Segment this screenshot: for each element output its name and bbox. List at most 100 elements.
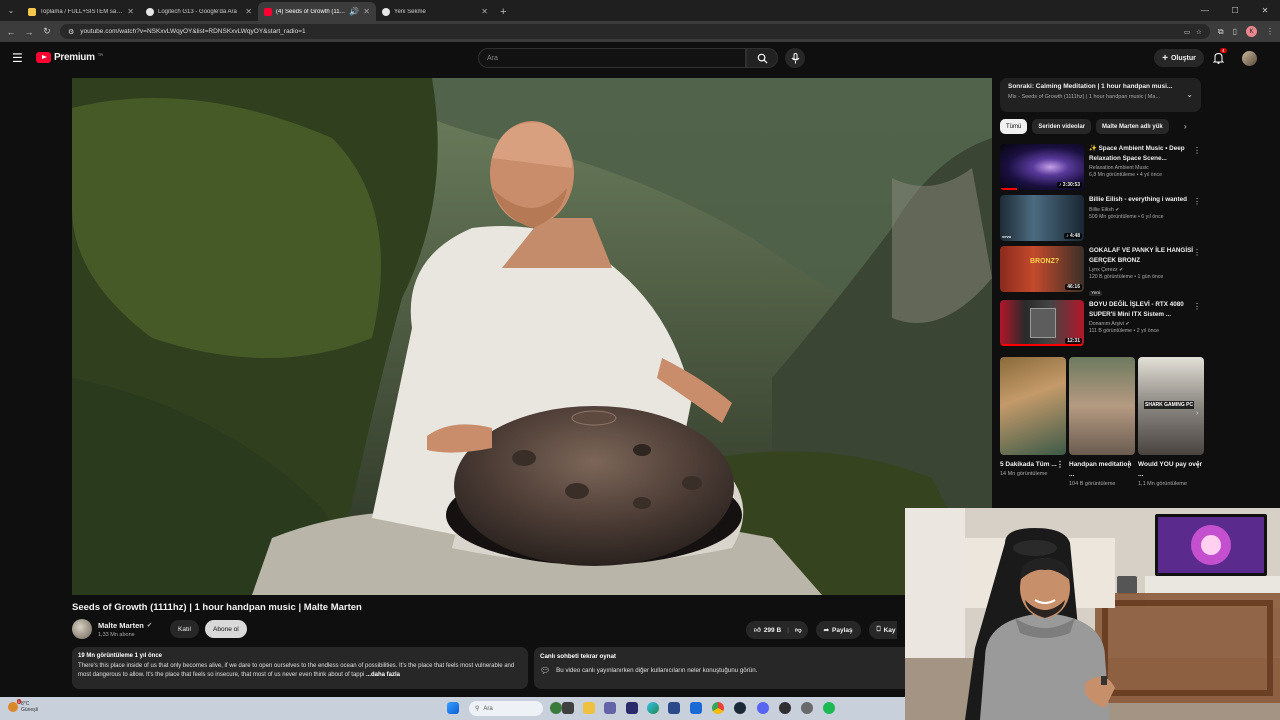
more-options-icon[interactable]: ⋮: [1056, 460, 1064, 470]
back-icon[interactable]: ←: [6, 27, 16, 37]
short-item[interactable]: 5 Dakikada Tüm ... ⋮ 14 Mn görüntüleme: [1000, 357, 1066, 488]
weather-widget[interactable]: 1 8°C Güneşli: [8, 699, 38, 713]
short-thumbnail[interactable]: [1000, 357, 1066, 455]
more-options-icon[interactable]: ⋮: [1194, 460, 1202, 470]
new-tab-button[interactable]: +: [494, 2, 512, 21]
short-item[interactable]: SHARK GAMING PC Would YOU pay over ... ⋮ …: [1138, 357, 1204, 488]
subscribe-button[interactable]: Abone ol: [205, 620, 247, 638]
tab-close-icon[interactable]: ✕: [363, 7, 370, 16]
description-box[interactable]: 19 Mn görüntüleme 1 yıl önce There's thi…: [72, 647, 528, 689]
video-thumbnail[interactable]: 12:31: [1000, 300, 1084, 346]
tab-audio-icon[interactable]: 🔊: [349, 7, 359, 16]
video-thumbnail[interactable]: BRONZ? 46:16: [1000, 246, 1084, 292]
browser-menu-icon[interactable]: ⋮: [1266, 27, 1274, 36]
edge-icon[interactable]: [647, 702, 659, 714]
recommendation-item[interactable]: vevo ♪ 4:48 Billie Eilish - everything i…: [1000, 195, 1205, 241]
thumbs-up-icon[interactable]: 👍︎: [754, 626, 761, 634]
search-input[interactable]: Ara: [478, 48, 746, 68]
thumbnail-text: BRONZ?: [1030, 258, 1060, 265]
browser-tab-active[interactable]: (4) Seeds of Growth (1111h... 🔊 ✕: [258, 2, 376, 21]
minimize-icon[interactable]: —: [1190, 0, 1220, 21]
menu-hamburger-icon[interactable]: ☰: [12, 51, 23, 65]
chip-all[interactable]: Tümü: [1000, 119, 1028, 134]
task-view-icon[interactable]: [562, 702, 574, 714]
bookmark-icon: ⎕: [876, 626, 881, 633]
steam-icon[interactable]: [734, 702, 746, 714]
browser-profile-avatar[interactable]: K: [1246, 26, 1257, 37]
browser-tab[interactable]: Logitech G13 - Google'da Ara ✕: [140, 2, 258, 21]
chip-channel[interactable]: Malte Marten adlı yük: [1096, 119, 1169, 134]
discord-icon[interactable]: [757, 702, 769, 714]
file-explorer-icon[interactable]: [583, 702, 595, 714]
tab-close-icon[interactable]: ✕: [481, 7, 488, 16]
tab-search-icon[interactable]: ⌄: [0, 0, 22, 21]
save-button[interactable]: ⎕ Kay: [868, 621, 897, 639]
browser-tab[interactable]: Yeni Sekme ✕: [376, 2, 494, 21]
short-thumbnail[interactable]: [1069, 357, 1135, 455]
cast-icon[interactable]: ▭: [1184, 28, 1190, 36]
short-item[interactable]: Handpan meditation ... ⋮ 104 B görüntülem…: [1069, 357, 1135, 488]
short-thumbnail[interactable]: SHARK GAMING PC: [1138, 357, 1204, 455]
maximize-icon[interactable]: ☐: [1220, 0, 1250, 21]
taskbar-search[interactable]: ⚲ Ara: [469, 701, 543, 716]
reload-icon[interactable]: ↻: [42, 26, 52, 37]
search-button[interactable]: [746, 48, 778, 68]
extensions-icon[interactable]: ⧉: [1218, 27, 1224, 37]
recommendation-channel: Lynx Çerezz ✔: [1089, 267, 1124, 273]
recommendation-title: Billie Eilish - everything i wanted: [1089, 196, 1187, 203]
show-more-link[interactable]: ...daha fazla: [366, 672, 400, 678]
chevron-down-icon[interactable]: ⌄: [1186, 90, 1193, 99]
watch-progress-bar: [1000, 344, 1084, 346]
chevron-right-icon[interactable]: ›: [1196, 410, 1198, 417]
app-icon[interactable]: [823, 702, 835, 714]
short-title: 5 Dakikada Tüm ...: [1000, 461, 1057, 468]
share-button[interactable]: ➦ Paylaş: [815, 621, 861, 639]
video-thumbnail[interactable]: vevo ♪ 4:48: [1000, 195, 1084, 241]
teams-icon[interactable]: [604, 702, 616, 714]
media-player-icon[interactable]: [626, 702, 638, 714]
notifications-button[interactable]: 4: [1212, 48, 1227, 69]
recommendation-channel: Billie Eilish ✔: [1089, 206, 1120, 213]
recommendation-item[interactable]: ♪ 3:30:53 ✨ Space Ambient Music • Deep R…: [1000, 144, 1205, 190]
more-options-icon[interactable]: ⋮: [1125, 460, 1133, 470]
close-window-icon[interactable]: ✕: [1250, 0, 1280, 21]
tab-close-icon[interactable]: ✕: [127, 7, 134, 16]
channel-avatar[interactable]: [72, 619, 92, 639]
mail-icon[interactable]: [690, 702, 702, 714]
chip-series[interactable]: Seriden videolar: [1032, 119, 1092, 134]
more-options-icon[interactable]: ⋮: [1193, 248, 1201, 257]
more-options-icon[interactable]: ⋮: [1193, 302, 1201, 311]
calculator-icon[interactable]: [668, 702, 680, 714]
address-bar[interactable]: ⚙ youtube.com/watch?v=NSKxvLWqyOY&list=R…: [60, 24, 1210, 39]
sidebar-icon[interactable]: ▯: [1233, 27, 1237, 36]
settings-gear-icon[interactable]: [801, 702, 813, 714]
voice-search-button[interactable]: [785, 48, 805, 68]
forward-icon[interactable]: →: [24, 27, 34, 37]
join-button[interactable]: Katıl: [170, 620, 200, 638]
obs-icon[interactable]: [779, 702, 791, 714]
browser-tab[interactable]: Toplama / FULL+SİSTEM sahib... ✕: [22, 2, 140, 21]
recommendation-item[interactable]: 12:31 BOYU DEĞİL İŞLEVİ - RTX 4080 SUPER…: [1000, 300, 1205, 346]
more-options-icon[interactable]: ⋮: [1193, 197, 1201, 206]
recommendation-item[interactable]: BRONZ? 46:16 GOKALAF VE PANKY İLE HANGİS…: [1000, 246, 1205, 296]
create-button[interactable]: + Oluştur: [1154, 49, 1204, 67]
bookmark-star-icon[interactable]: ☆: [1196, 28, 1202, 36]
video-thumbnail[interactable]: ♪ 3:30:53: [1000, 144, 1084, 190]
tab-close-icon[interactable]: ✕: [245, 7, 252, 16]
channel-name[interactable]: Malte Marten: [98, 621, 144, 630]
windows-start-icon[interactable]: [447, 702, 459, 714]
chevron-right-icon[interactable]: ›: [1184, 122, 1187, 131]
site-info-icon[interactable]: ⚙: [68, 28, 74, 36]
youtube-premium-logo[interactable]: Premium TR: [36, 52, 103, 63]
like-count[interactable]: 299 B: [764, 627, 781, 634]
more-options-icon[interactable]: ⋮: [1193, 146, 1201, 155]
thumbs-down-icon[interactable]: 👎︎: [795, 626, 802, 634]
subscriber-count: 1,33 Mn abone: [98, 631, 135, 638]
chrome-icon[interactable]: [712, 702, 724, 714]
filter-chips: Tümü Seriden videolar Malte Marten adlı …: [1000, 119, 1200, 135]
youtube-header: ☰ Premium TR Ara + Oluştur 4: [0, 42, 1280, 74]
playlist-up-next[interactable]: Sonraki: Calming Meditation | 1 hour han…: [1000, 78, 1201, 112]
widget-app-icon[interactable]: [550, 702, 562, 714]
account-avatar[interactable]: [1242, 51, 1257, 66]
video-player[interactable]: [72, 78, 992, 595]
